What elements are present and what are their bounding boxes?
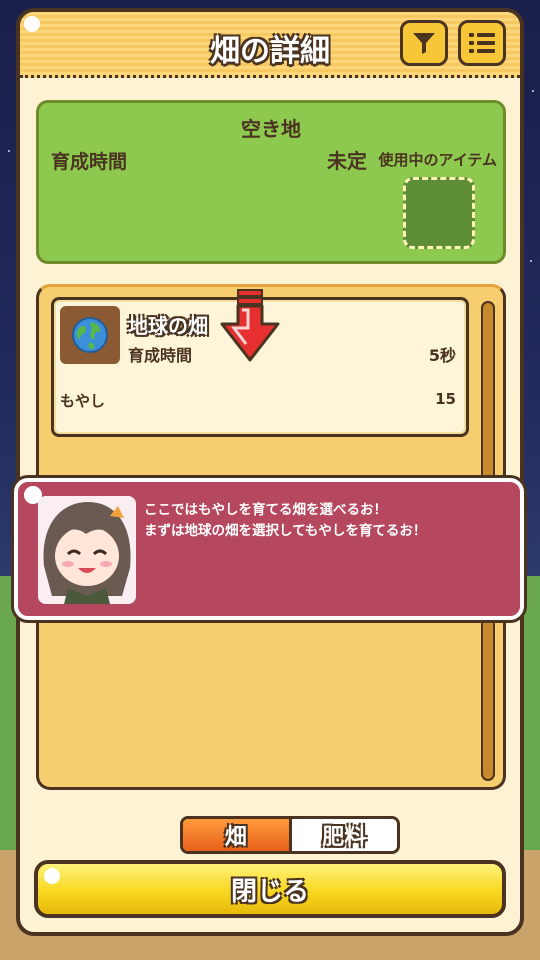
down-arrow-icon bbox=[220, 289, 280, 362]
star bbox=[8, 150, 10, 152]
field-detail-panel: 畑の詳細 空き地 育成時間 未定 使用中のアイテム 地球の畑 育成時間 5秒 も… bbox=[16, 8, 524, 936]
close-button-label: 閉じる bbox=[230, 876, 309, 907]
tutorial-dialog[interactable]: ここではもやしを育てる畑を選べるお！ まずは地球の畑を選択してもやしを育てるお！ bbox=[14, 478, 524, 620]
tab-field[interactable]: 畑 bbox=[183, 819, 289, 851]
field-crop: もやし bbox=[60, 392, 106, 410]
list-menu-button[interactable] bbox=[458, 20, 506, 66]
field-time-value: 5秒 bbox=[428, 346, 456, 365]
field-info-box: 空き地 育成時間 未定 使用中のアイテム bbox=[36, 100, 506, 264]
field-icon-frame bbox=[60, 306, 120, 364]
dialog-text: ここではもやしを育てる畑を選べるお！ まずは地球の畑を選択してもやしを育てるお！ bbox=[144, 500, 426, 542]
field-count: 15 bbox=[435, 390, 456, 408]
field-name: 地球の畑 bbox=[128, 314, 208, 338]
tab-fertilizer[interactable]: 肥料 bbox=[288, 819, 397, 851]
earth-icon bbox=[72, 317, 108, 353]
character-portrait bbox=[38, 496, 136, 604]
field-time-label: 育成時間 bbox=[128, 346, 193, 365]
star bbox=[530, 260, 532, 262]
tab-bar: 畑 肥料 bbox=[180, 816, 400, 854]
item-in-use-label: 使用中のアイテム bbox=[378, 151, 497, 169]
star bbox=[532, 90, 534, 92]
item-slot[interactable] bbox=[403, 177, 475, 249]
close-button[interactable]: 閉じる bbox=[34, 860, 506, 918]
corner-dot bbox=[24, 16, 40, 32]
panel-header: 畑の詳細 bbox=[20, 12, 520, 78]
dialog-line-2: まずは地球の畑を選択してもやしを育てるお！ bbox=[144, 523, 427, 539]
field-status-title: 空き地 bbox=[241, 117, 301, 141]
corner-dot bbox=[44, 868, 60, 884]
filter-icon bbox=[413, 33, 435, 54]
grow-time-value: 未定 bbox=[327, 149, 367, 173]
grow-time-label: 育成時間 bbox=[51, 151, 128, 173]
dialog-line-1: ここではもやしを育てる畑を選べるお！ bbox=[144, 502, 387, 518]
list-menu-icon bbox=[469, 33, 495, 53]
filter-button[interactable] bbox=[400, 20, 448, 66]
character-face-icon bbox=[38, 496, 136, 604]
